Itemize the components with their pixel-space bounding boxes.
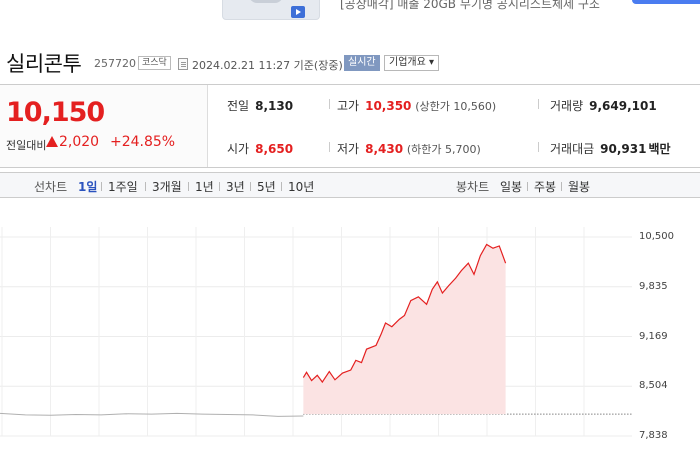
tab-3y[interactable]: 3년	[226, 178, 245, 195]
price-chart[interactable]: 10,500 9,835 9,169 8,504 7,838	[0, 199, 700, 450]
chart-period-tabs: 선차트 1일 1주일 3개월 1년 3년 5년 10년 봉차트 일봉 주봉 월봉	[0, 172, 700, 198]
stat-low-value: 8,430	[365, 142, 404, 156]
stat-amount: 거래대금 90,931 백만	[550, 140, 671, 157]
tab-monthly-candle[interactable]: 월봉	[568, 178, 590, 195]
price-rate: +24.85%	[110, 134, 176, 150]
tab-divider	[561, 182, 562, 191]
stat-open: 시가 8,650	[227, 140, 293, 157]
stat-low-label: 저가	[337, 142, 360, 156]
tab-divider	[188, 182, 189, 191]
stat-low: 저가 8,430 (하한가 5,700)	[337, 140, 481, 157]
stat-high-label: 고가	[337, 99, 360, 113]
tab-divider	[101, 182, 102, 191]
stock-name: 실리콘투	[6, 52, 82, 76]
tab-divider	[281, 182, 282, 191]
play-icon	[291, 6, 305, 18]
premarket-line	[0, 412, 304, 417]
market-badge: 코스닥	[138, 56, 171, 70]
price-diff-value: 2,020	[59, 134, 100, 150]
stat-high-value: 10,350	[365, 99, 412, 113]
y-tick-label: 10,500	[639, 231, 674, 242]
tab-divider	[250, 182, 251, 191]
document-icon	[178, 58, 188, 70]
stat-divider	[329, 142, 330, 152]
stat-open-value: 8,650	[255, 142, 294, 156]
tab-weekly-candle[interactable]: 주봉	[534, 178, 556, 195]
ad-banner[interactable]: [공장매각] 매출 20GB 무기명 공시리스트체제 구조	[0, 0, 700, 26]
stats-grid: 전일 8,130 고가 10,350 (상한가 10,560) 거래량 9,649,1…	[209, 85, 700, 167]
stat-amount-value: 90,931	[600, 142, 647, 156]
stat-prev-label: 전일	[227, 99, 250, 113]
tab-3m[interactable]: 3개월	[152, 178, 182, 195]
stat-volume: 거래량 9,649,101	[550, 97, 657, 114]
stat-upper-limit: (상한가 10,560)	[415, 100, 497, 113]
y-tick-label: 7,838	[639, 430, 668, 441]
tab-divider	[219, 182, 220, 191]
stock-code: 257720	[94, 57, 136, 70]
stat-amount-unit: 백만	[648, 142, 671, 156]
tab-1y[interactable]: 1년	[195, 178, 214, 195]
y-tick-label: 9,169	[639, 330, 668, 342]
stat-volume-label: 거래량	[550, 99, 584, 113]
current-price-box: 10,150 전일대비 2,020 +24.85%	[0, 85, 208, 167]
price-chart-svg	[0, 227, 632, 437]
tab-daily-candle[interactable]: 일봉	[500, 178, 522, 195]
ad-button[interactable]	[632, 0, 700, 4]
stat-high: 고가 10,350 (상한가 10,560)	[337, 97, 496, 114]
tab-1w[interactable]: 1주일	[108, 178, 138, 195]
realtime-badge[interactable]: 실시간	[344, 55, 380, 71]
diff-label: 전일대비	[6, 139, 47, 152]
current-price: 10,150	[6, 97, 105, 128]
tab-divider	[145, 182, 146, 191]
stock-title-row: 실리콘투 257720 코스닥 2024.02.21 11:27 기준(장중) …	[0, 44, 700, 80]
stat-divider	[538, 142, 539, 152]
stat-divider	[329, 99, 330, 109]
up-triangle-icon	[46, 136, 58, 147]
stat-divider	[538, 99, 539, 109]
stat-volume-value: 9,649,101	[589, 99, 657, 113]
price-diff: 2,020	[46, 134, 99, 150]
tab-5y[interactable]: 5년	[257, 178, 276, 195]
company-overview-button[interactable]: 기업개요 ▾	[384, 55, 439, 71]
stat-lower-limit: (하한가 5,700)	[406, 143, 481, 156]
quote-timestamp: 2024.02.21 11:27 기준(장중)	[192, 59, 343, 72]
map-blob-icon	[249, 0, 283, 3]
stat-prev-value: 8,130	[255, 99, 294, 113]
candle-chart-label: 봉차트	[456, 180, 490, 194]
price-summary: 10,150 전일대비 2,020 +24.85% 전일 8,130 고가 10,3…	[0, 84, 700, 168]
stat-open-label: 시가	[227, 142, 250, 156]
tab-10y[interactable]: 10년	[288, 178, 314, 195]
ad-text[interactable]: [공장매각] 매출 20GB 무기명 공시리스트체제 구조	[340, 0, 600, 12]
tab-1d[interactable]: 1일	[78, 178, 97, 195]
stat-prev-close: 전일 8,130	[227, 97, 293, 114]
y-tick-label: 9,835	[639, 280, 668, 292]
stat-amount-label: 거래대금	[550, 142, 595, 156]
ad-thumbnail[interactable]	[222, 0, 320, 20]
line-chart-label: 선차트	[34, 180, 68, 194]
tab-divider	[527, 182, 528, 191]
y-tick-label: 8,504	[639, 380, 668, 392]
